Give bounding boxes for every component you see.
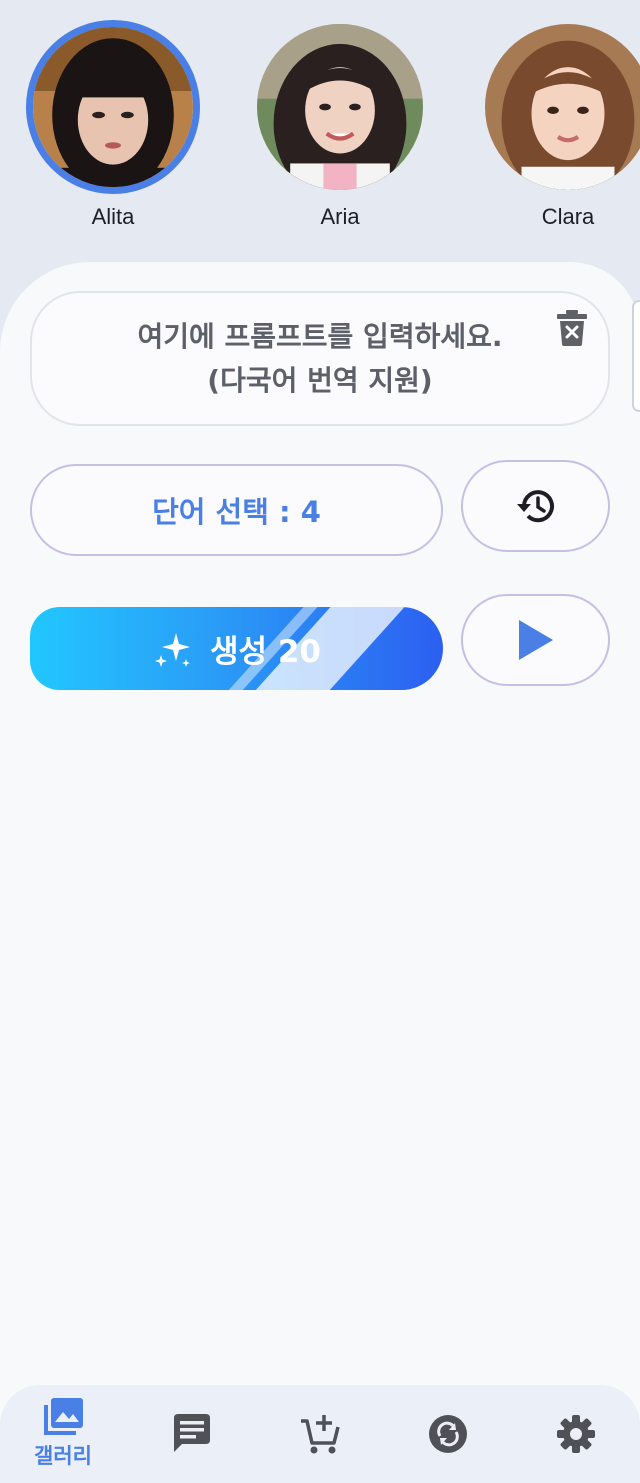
sync-icon: [429, 1415, 467, 1453]
portrait-image: [485, 24, 640, 190]
generate-content: 생성 20: [152, 626, 321, 671]
app-root: Alita Aria Clara 여기에 프롬프트를 입력하세요. (다국어 번…: [0, 0, 640, 1483]
gallery-icon: [44, 1398, 83, 1435]
history-icon: [516, 490, 554, 523]
nav-item-settings[interactable]: [526, 1385, 626, 1483]
avatar[interactable]: [253, 20, 427, 194]
avatar[interactable]: [481, 20, 640, 194]
character-alita[interactable]: Alita: [26, 20, 200, 230]
word-select-label: 단어 선택 : 4: [152, 495, 321, 529]
character-selector: Alita Aria Clara: [0, 0, 640, 262]
nav-item-sync[interactable]: [398, 1385, 498, 1483]
nav-item-chat[interactable]: [142, 1385, 242, 1483]
sparkle-icon: [155, 632, 190, 667]
nav-item-gallery[interactable]: 갤러리: [13, 1385, 113, 1483]
chat-icon: [174, 1414, 210, 1452]
trash-icon: [557, 310, 587, 346]
character-clara[interactable]: Clara: [481, 20, 640, 230]
character-name: Alita: [91, 204, 135, 229]
prompt-input[interactable]: 여기에 프롬프트를 입력하세요. (다국어 번역 지원): [30, 291, 610, 426]
nav-label-gallery: 갤러리: [34, 1444, 92, 1468]
character-aria[interactable]: Aria: [253, 20, 427, 230]
settings-icon: [557, 1415, 595, 1453]
prompt-placeholder: 여기에 프롬프트를 입력하세요. (다국어 번역 지원): [137, 319, 503, 397]
portrait-image: [33, 27, 193, 187]
main-panel: [0, 262, 640, 1483]
bottom-navigation: 갤러리: [0, 1385, 640, 1483]
character-name: Aria: [320, 204, 360, 229]
play-button[interactable]: [461, 594, 610, 686]
play-icon: [518, 620, 553, 660]
character-name: Clara: [541, 204, 595, 229]
generate-label: 생성 20: [210, 634, 321, 670]
avatar[interactable]: [26, 20, 200, 194]
side-drawer-handle[interactable]: [632, 300, 640, 412]
generate-button[interactable]: 생성 20: [30, 607, 443, 690]
history-button[interactable]: [461, 460, 610, 552]
nav-item-store[interactable]: [270, 1385, 370, 1483]
portrait-image: [257, 24, 423, 190]
word-select-button[interactable]: 단어 선택 : 4: [30, 464, 443, 556]
clear-prompt-button[interactable]: [556, 309, 588, 347]
cart-add-icon: [301, 1415, 340, 1454]
